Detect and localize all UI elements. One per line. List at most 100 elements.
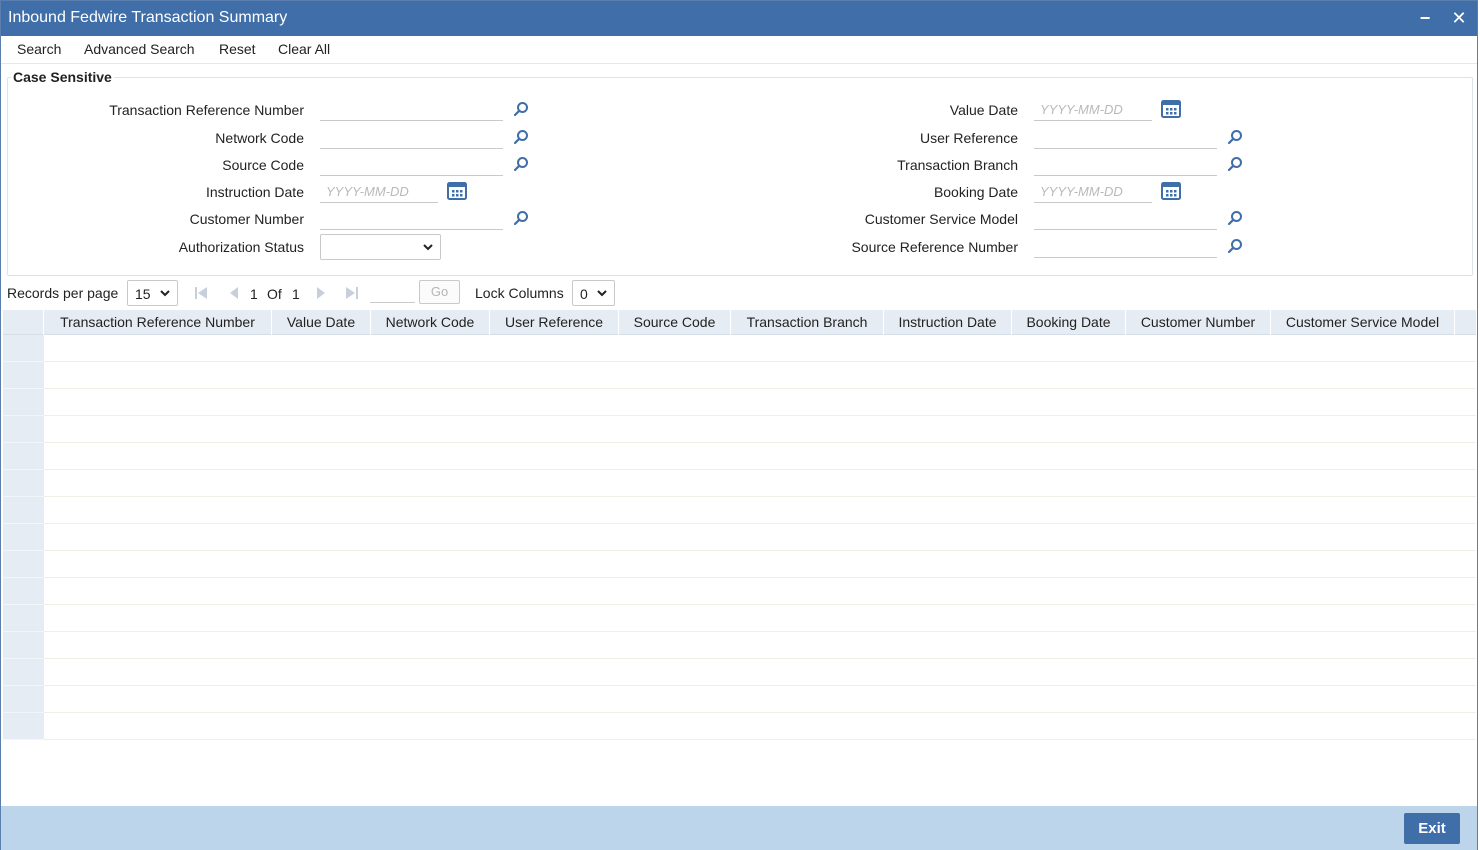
value-date-label: Value Date (949, 102, 1018, 118)
row-selector[interactable] (3, 416, 44, 443)
column-header[interactable]: Customer Service Model (1271, 310, 1455, 335)
search-icon[interactable] (1227, 129, 1243, 145)
chevron-down-icon (160, 290, 170, 297)
table-row[interactable] (3, 389, 1476, 416)
row-selector[interactable] (3, 659, 44, 686)
row-selector[interactable] (3, 686, 44, 713)
table-row[interactable] (3, 686, 1476, 713)
user-reference-input[interactable] (1034, 127, 1217, 149)
goto-page-input[interactable] (370, 282, 415, 303)
results-grid: Transaction Reference Number Value Date … (3, 310, 1476, 740)
txn-ref-input[interactable] (320, 99, 503, 121)
column-header[interactable]: Transaction Branch (731, 310, 884, 335)
row-selector[interactable] (3, 389, 44, 416)
source-code-input[interactable] (320, 154, 503, 176)
last-page-icon[interactable] (345, 286, 359, 300)
row-selector[interactable] (3, 470, 44, 497)
table-row[interactable] (3, 362, 1476, 389)
source-reference-number-input[interactable] (1034, 236, 1217, 258)
case-sensitive-label: Case Sensitive (11, 69, 114, 85)
calendar-icon[interactable] (1161, 100, 1181, 118)
value-date-input[interactable] (1034, 99, 1152, 121)
instruction-date-input[interactable] (320, 181, 438, 203)
advanced-search-button[interactable]: Advanced Search (84, 41, 195, 57)
of-label: Of (267, 286, 282, 302)
select-all-header[interactable] (3, 310, 44, 335)
transaction-branch-input[interactable] (1034, 154, 1217, 176)
row-selector[interactable] (3, 497, 44, 524)
search-button[interactable]: Search (17, 41, 61, 57)
source-reference-number-label: Source Reference Number (851, 239, 1018, 255)
lock-columns-select[interactable]: 0 (572, 280, 615, 306)
column-header[interactable]: Instruction Date (884, 310, 1012, 335)
summary-window: Inbound Fedwire Transaction Summary − ✕ … (0, 0, 1478, 850)
exit-button[interactable]: Exit (1404, 813, 1460, 844)
row-selector[interactable] (3, 713, 44, 740)
user-reference-label: User Reference (919, 130, 1018, 146)
table-row[interactable] (3, 713, 1476, 740)
table-row[interactable] (3, 335, 1476, 362)
clear-all-button[interactable]: Clear All (278, 41, 330, 57)
row-selector[interactable] (3, 335, 44, 362)
window-title: Inbound Fedwire Transaction Summary (8, 9, 288, 26)
calendar-icon[interactable] (1161, 182, 1181, 200)
row-selector[interactable] (3, 551, 44, 578)
reset-button[interactable]: Reset (219, 41, 256, 57)
records-per-page-select[interactable]: 15 (127, 280, 178, 306)
search-icon[interactable] (513, 101, 529, 117)
column-header[interactable]: Transaction Reference Number (44, 310, 272, 335)
first-page-icon[interactable] (194, 286, 208, 300)
column-header[interactable]: Booking Date (1012, 310, 1126, 335)
column-header[interactable]: Value Date (272, 310, 371, 335)
title-bar: Inbound Fedwire Transaction Summary − ✕ (1, 1, 1477, 36)
auth-status-select[interactable] (320, 234, 441, 260)
previous-page-icon[interactable] (227, 286, 241, 300)
minimize-button[interactable]: − (1414, 7, 1436, 29)
customer-number-label: Customer Number (189, 211, 304, 227)
table-row[interactable] (3, 497, 1476, 524)
customer-number-input[interactable] (320, 208, 503, 230)
table-row[interactable] (3, 524, 1476, 551)
table-row[interactable] (3, 632, 1476, 659)
table-row[interactable] (3, 416, 1476, 443)
transaction-branch-label: Transaction Branch (897, 157, 1018, 173)
table-row[interactable] (3, 551, 1476, 578)
chevron-down-icon (597, 290, 607, 297)
row-selector[interactable] (3, 443, 44, 470)
search-icon[interactable] (513, 210, 529, 226)
close-button[interactable]: ✕ (1448, 7, 1470, 29)
go-button[interactable]: Go (419, 280, 460, 304)
footer-bar: Exit (1, 806, 1477, 850)
search-icon[interactable] (1227, 210, 1243, 226)
row-selector[interactable] (3, 524, 44, 551)
calendar-icon[interactable] (447, 182, 467, 200)
total-pages: 1 (292, 286, 300, 302)
lock-columns-label: Lock Columns (475, 285, 564, 301)
records-per-page-value: 15 (135, 286, 151, 302)
column-header[interactable]: User Reference (490, 310, 619, 335)
booking-date-input[interactable] (1034, 181, 1152, 203)
search-icon[interactable] (1227, 156, 1243, 172)
search-icon[interactable] (1227, 238, 1243, 254)
table-row[interactable] (3, 659, 1476, 686)
txn-ref-label: Transaction Reference Number (109, 102, 304, 118)
table-row[interactable] (3, 443, 1476, 470)
column-header[interactable]: Customer Number (1126, 310, 1271, 335)
table-row[interactable] (3, 605, 1476, 632)
row-selector[interactable] (3, 632, 44, 659)
row-selector[interactable] (3, 578, 44, 605)
table-row[interactable] (3, 578, 1476, 605)
column-header[interactable]: Source Code (619, 310, 731, 335)
current-page: 1 (250, 286, 258, 302)
row-selector[interactable] (3, 605, 44, 632)
column-header[interactable]: Network Code (371, 310, 490, 335)
search-icon[interactable] (513, 156, 529, 172)
network-code-input[interactable] (320, 127, 503, 149)
customer-service-model-label: Customer Service Model (864, 211, 1018, 227)
records-per-page-label: Records per page (7, 285, 119, 301)
table-row[interactable] (3, 470, 1476, 497)
search-icon[interactable] (513, 129, 529, 145)
row-selector[interactable] (3, 362, 44, 389)
customer-service-model-input[interactable] (1034, 208, 1217, 230)
next-page-icon[interactable] (314, 286, 328, 300)
